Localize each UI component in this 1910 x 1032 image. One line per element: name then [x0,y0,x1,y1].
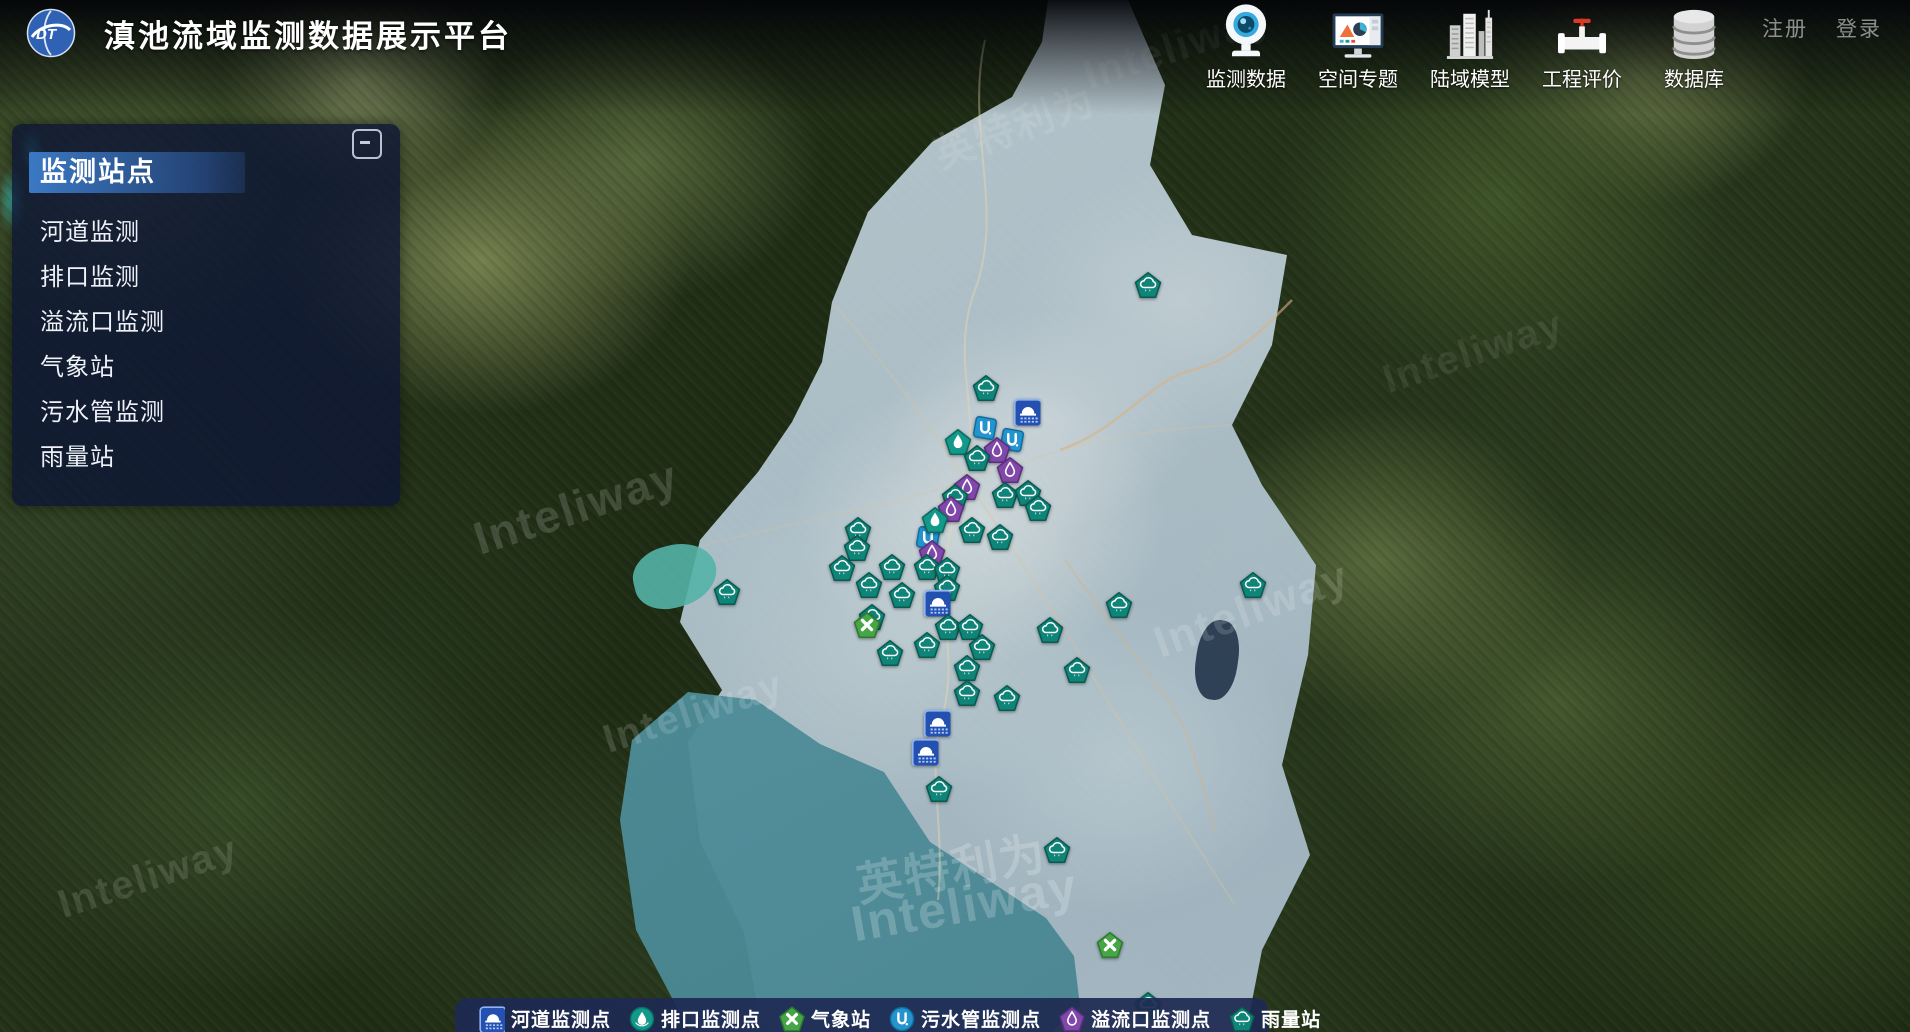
rain-station-marker[interactable] [973,375,1000,402]
nav-item-label: 工程评价 [1542,63,1622,92]
legend-item-weather[interactable]: 气象站 [779,1005,871,1032]
brand: DT 滇池流域监测数据展示平台 [26,8,512,58]
map-application: InteliwayInteliway英特利为InteliwayInteliway… [0,0,1910,1032]
weather-legend-icon [779,1006,805,1032]
legend-item-label: 河道监测点 [511,1005,611,1032]
minus-square-icon[interactable] [352,129,382,159]
nav-item-label: 空间专题 [1318,63,1398,92]
svg-text:DT: DT [36,26,58,43]
nav-item-4[interactable]: 工程评价 [1541,6,1623,92]
rain-station-marker[interactable] [994,685,1021,712]
legend-item-overflow[interactable]: 溢流口监测点 [1059,1005,1211,1032]
nav-item-2[interactable]: 空间专题 [1317,6,1399,92]
legend-item-label: 雨量站 [1261,1005,1321,1032]
register-link[interactable]: 注册 [1762,13,1808,43]
database-icon [1669,6,1719,60]
station-category-list: 河道监测排口监测溢流口监测气象站污水管监测雨量站 [40,210,380,480]
nav-item-1[interactable]: 监测数据 [1205,6,1287,92]
page-title: 滇池流域监测数据展示平台 [104,11,512,56]
sidebar-item-4[interactable]: 气象站 [40,345,380,390]
legend-item-label: 污水管监测点 [921,1005,1041,1032]
legend-item-sewer[interactable]: 污水管监测点 [889,1005,1041,1032]
nav-item-5[interactable]: 数据库 [1653,6,1735,92]
rain-station-marker[interactable] [829,555,856,582]
rain-station-marker[interactable] [1044,837,1071,864]
overflow-legend-icon [1059,1006,1085,1032]
rain-station-marker[interactable] [959,517,986,544]
rain-station-marker[interactable] [926,776,953,803]
dts-logo-icon: DT [26,8,76,58]
camera-icon [1220,6,1272,60]
rain-station-marker[interactable] [914,632,941,659]
rain-station-marker[interactable] [1025,495,1052,522]
sidebar-item-5[interactable]: 污水管监测 [40,390,380,435]
legend-item-label: 溢流口监测点 [1091,1005,1211,1032]
weather-station-marker[interactable] [854,612,881,639]
outfall-station-marker[interactable] [922,507,949,534]
rain-station-marker[interactable] [714,579,741,606]
legend-item-label: 排口监测点 [661,1005,761,1032]
login-link[interactable]: 登录 [1836,13,1882,43]
river-station-marker[interactable] [924,590,951,617]
legend-item-rain[interactable]: 雨量站 [1229,1005,1321,1032]
rain-station-marker[interactable] [987,524,1014,551]
outfall-legend-icon [629,1006,655,1032]
rain-station-marker[interactable] [889,582,916,609]
buildings-icon [1445,6,1495,60]
nav-item-label: 数据库 [1664,63,1724,92]
rain-station-marker[interactable] [964,445,991,472]
rain-station-marker[interactable] [877,640,904,667]
sidebar-item-1[interactable]: 河道监测 [40,210,380,255]
rain-station-marker[interactable] [879,554,906,581]
rain-station-marker[interactable] [1106,592,1133,619]
rain-station-marker[interactable] [856,572,883,599]
river-station-marker[interactable] [924,710,951,737]
rain-station-marker[interactable] [1064,657,1091,684]
sidebar-item-6[interactable]: 雨量站 [40,435,380,480]
monitor-icon [1331,6,1385,60]
rain-station-marker[interactable] [954,680,981,707]
legend-item-label: 气象站 [811,1005,871,1032]
river-station-marker[interactable] [912,739,939,766]
sidebar-item-3[interactable]: 溢流口监测 [40,300,380,345]
panel-title: 监测站点 [29,152,245,193]
rain-station-marker[interactable] [1135,272,1162,299]
nav-item-3[interactable]: 陆域模型 [1429,6,1511,92]
monitoring-stations-panel: 监测站点 河道监测排口监测溢流口监测气象站污水管监测雨量站 [12,124,400,506]
rain-legend-icon [1229,1006,1255,1032]
rain-station-marker[interactable] [1240,572,1267,599]
river-legend-icon [479,1006,505,1032]
legend-item-outfall[interactable]: 排口监测点 [629,1005,761,1032]
valve-icon [1556,6,1608,60]
rain-station-marker[interactable] [1037,617,1064,644]
rain-station-marker[interactable] [954,655,981,682]
river-station-marker[interactable] [1014,399,1041,426]
legend-item-river[interactable]: 河道监测点 [479,1005,611,1032]
map-legend: 河道监测点 排口监测点 气象站 污水管监测点 溢流口监测点 雨量站 [455,998,1268,1032]
nav-item-label: 陆域模型 [1430,63,1510,92]
weather-station-marker[interactable] [1097,932,1124,959]
nav-item-label: 监测数据 [1206,63,1286,92]
top-nav: 监测数据 空间专题 陆域模型 工程评价 [1205,6,1735,92]
sidebar-item-2[interactable]: 排口监测 [40,255,380,300]
sewer-legend-icon [889,1006,915,1032]
